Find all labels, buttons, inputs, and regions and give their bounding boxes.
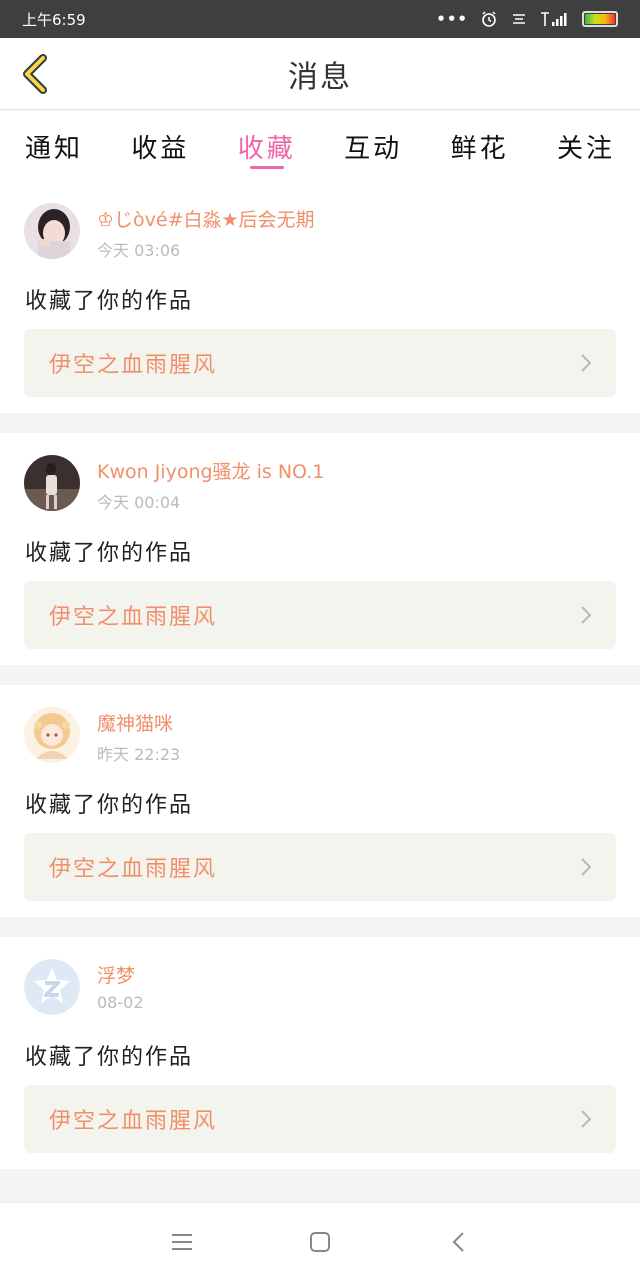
status-icons: ••• [436, 10, 618, 28]
tab-notifications[interactable]: 通知 [25, 111, 83, 181]
username[interactable]: 魔神猫咪 [97, 709, 173, 736]
chevron-left-icon [452, 1231, 464, 1252]
message-text: 收藏了你的作品 [25, 541, 194, 566]
signal-icon [541, 12, 567, 26]
username[interactable]: 浮梦 [97, 961, 135, 988]
username[interactable]: Kwon Jiyong骚龙 is NO.1 [97, 457, 324, 484]
tab-interactions[interactable]: 互动 [344, 111, 402, 181]
active-tab-indicator [249, 166, 284, 169]
message-text: 收藏了你的作品 [25, 1045, 194, 1070]
tab-flowers[interactable]: 鲜花 [451, 111, 509, 181]
header: 消息 [0, 38, 640, 110]
page-title: 消息 [288, 59, 352, 95]
silent-mode-icon [513, 14, 525, 24]
menu-button[interactable] [167, 1227, 197, 1257]
notification-list: ♔じòvé#白淼★后会无期 今天 03:06 收藏了你的作品 伊空之血雨腥风 K… [0, 181, 640, 1189]
list-item: Kwon Jiyong骚龙 is NO.1 今天 00:04 收藏了你的作品 伊… [0, 433, 640, 665]
chevron-right-icon [581, 1110, 592, 1128]
system-back-button[interactable] [443, 1227, 473, 1257]
work-link[interactable]: 伊空之血雨腥风 [24, 1085, 616, 1153]
chevron-right-icon [581, 606, 592, 624]
message-text: 收藏了你的作品 [25, 289, 194, 314]
tab-favorites[interactable]: 收藏 [238, 111, 296, 181]
work-link[interactable]: 伊空之血雨腥风 [24, 329, 616, 397]
avatar[interactable] [24, 455, 80, 511]
tab-follows[interactable]: 关注 [557, 111, 615, 181]
work-title: 伊空之血雨腥风 [49, 605, 218, 630]
chevron-right-icon [581, 354, 592, 372]
status-time: 上午6:59 [22, 10, 86, 29]
timestamp: 08-02 [97, 993, 144, 1012]
timestamp: 今天 03:06 [97, 241, 181, 260]
avatar[interactable] [24, 203, 80, 259]
message-text: 收藏了你的作品 [25, 793, 194, 818]
system-nav-bar [0, 1202, 640, 1280]
list-item: 魔神猫咪 昨天 22:23 收藏了你的作品 伊空之血雨腥风 [0, 685, 640, 917]
avatar[interactable] [24, 707, 80, 763]
work-title: 伊空之血雨腥风 [49, 1109, 218, 1134]
chevron-right-icon [581, 858, 592, 876]
avatar[interactable] [24, 959, 80, 1015]
work-link[interactable]: 伊空之血雨腥风 [24, 581, 616, 649]
work-title: 伊空之血雨腥风 [49, 857, 218, 882]
work-link[interactable]: 伊空之血雨腥风 [24, 833, 616, 901]
alarm-icon [482, 11, 496, 27]
back-arrow-icon [23, 54, 47, 94]
tab-bar: 通知 收益 收藏 互动 鲜花 关注 [0, 111, 640, 181]
more-dots-icon: ••• [436, 10, 468, 28]
list-item: 浮梦 08-02 收藏了你的作品 伊空之血雨腥风 [0, 937, 640, 1169]
timestamp: 今天 00:04 [97, 493, 181, 512]
username[interactable]: ♔じòvé#白淼★后会无期 [97, 205, 315, 232]
list-item: ♔じòvé#白淼★后会无期 今天 03:06 收藏了你的作品 伊空之血雨腥风 [0, 181, 640, 413]
timestamp: 昨天 22:23 [97, 745, 181, 764]
menu-icon [172, 1233, 192, 1250]
work-title: 伊空之血雨腥风 [49, 353, 218, 378]
battery-icon [582, 11, 618, 27]
home-button[interactable] [305, 1227, 335, 1257]
home-square-icon [310, 1231, 330, 1252]
back-button[interactable] [14, 52, 58, 96]
tab-earnings[interactable]: 收益 [131, 111, 189, 181]
status-bar: 上午6:59 ••• [0, 0, 640, 38]
